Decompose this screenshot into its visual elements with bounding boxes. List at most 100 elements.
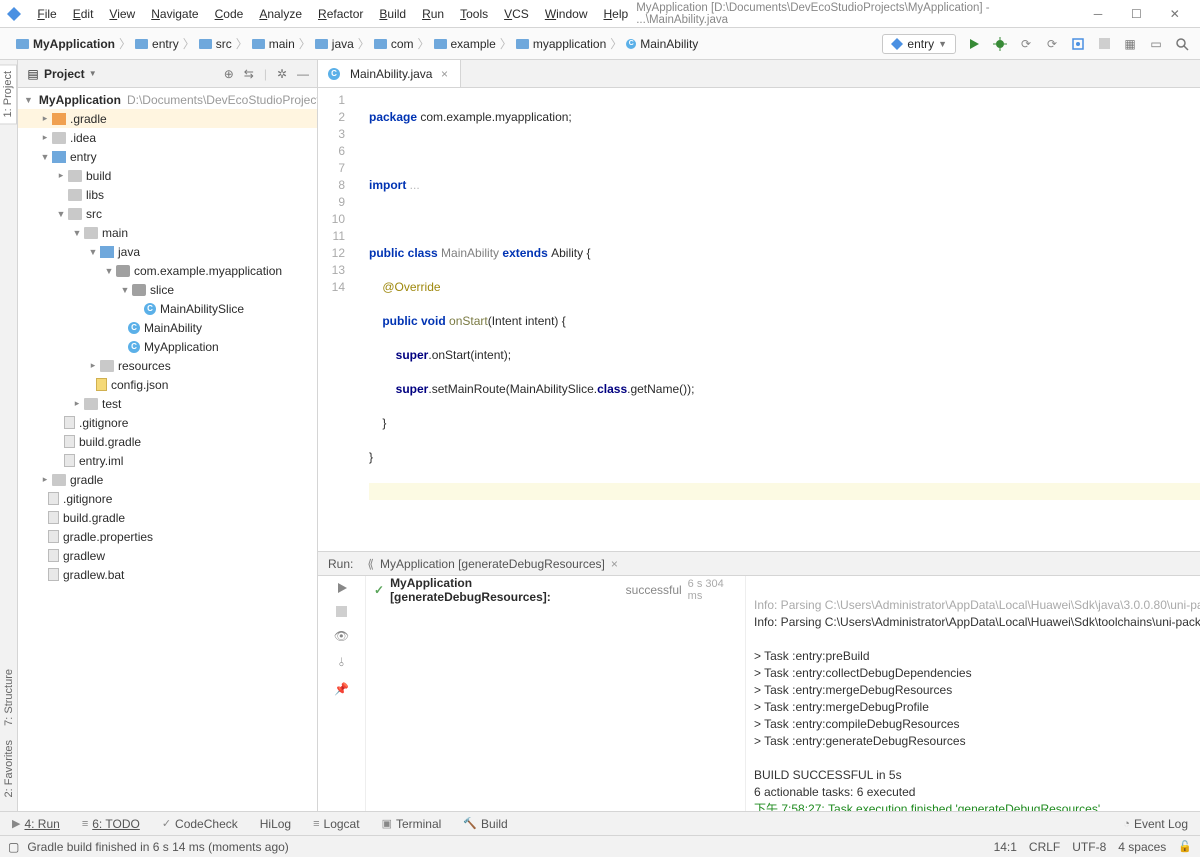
tree-node-gradlewbat[interactable]: gradlew.bat [18,565,317,584]
tree-root[interactable]: ▼MyApplicationD:\Documents\DevEcoStudioP… [18,90,317,109]
menu-code[interactable]: Code [207,0,252,27]
more-button[interactable]: ▦ [1122,36,1138,52]
tree-node-mainabilityslice[interactable]: CMainAbilitySlice [18,299,317,318]
debug-button[interactable] [992,36,1008,52]
filter-icon[interactable]: ⫰ [339,655,344,670]
menu-vcs[interactable]: VCS [496,0,537,27]
btab-codecheck[interactable]: ✓CodeCheck [158,817,242,831]
folder-icon [199,39,212,49]
collapse-icon[interactable]: — [297,67,309,81]
btab-build[interactable]: 🔨Build [459,817,511,831]
search-icon[interactable] [1174,36,1190,52]
run-button[interactable] [966,36,982,52]
maximize-button[interactable]: ☐ [1117,0,1155,27]
stop-button[interactable] [1096,36,1112,52]
code-area[interactable]: 1236 78910 11121314 package com.example.… [318,88,1200,551]
terminal-icon: ▣ [382,817,392,830]
code-lines[interactable]: package com.example.myapplication; impor… [363,88,1200,551]
tree-node-gitignore2[interactable]: .gitignore [18,489,317,508]
tree-node-buildgradle[interactable]: build.gradle [18,432,317,451]
tree-node-gitignore[interactable]: .gitignore [18,413,317,432]
todo-icon: ≡ [82,818,88,830]
task-row[interactable]: ✓ MyApplication [generateDebugResources]… [374,580,737,600]
btab-eventlog[interactable]: ◔Event Log [1119,817,1192,831]
tab-structure[interactable]: 7: Structure [1,663,17,732]
tree-node-gradle2[interactable]: ▸gradle [18,470,317,489]
menu-view[interactable]: View [101,0,143,27]
menu-tools[interactable]: Tools [452,0,496,27]
coverage-button[interactable]: ⟳ [1018,36,1034,52]
btab-terminal[interactable]: ▣Terminal [378,817,446,831]
tree-node-idea[interactable]: ▸.idea [18,128,317,147]
tree-node-mainability[interactable]: CMainAbility [18,318,317,337]
tree-node-myapplication-class[interactable]: CMyApplication [18,337,317,356]
tree-node-libs[interactable]: libs [18,185,317,204]
line-separator[interactable]: CRLF [1029,840,1060,854]
chevron-down-icon[interactable]: ▼ [89,69,97,78]
pin-icon[interactable]: 📌 [334,682,349,696]
btab-logcat[interactable]: ≡Logcat [309,817,363,831]
crumb-java[interactable]: java [332,37,354,51]
stop-icon[interactable] [336,606,347,617]
close-icon[interactable]: × [438,67,450,81]
minimize-button[interactable]: ─ [1079,0,1117,27]
tree-node-entry[interactable]: ▼entry [18,147,317,166]
gear-icon[interactable]: ✲ [277,67,287,81]
crumb-myapplication[interactable]: myapplication [533,37,606,51]
tree-node-resources[interactable]: ▸resources [18,356,317,375]
tab-favorites[interactable]: 2: Favorites [1,734,17,803]
tree-node-gradlew[interactable]: gradlew [18,546,317,565]
menu-navigate[interactable]: Navigate [143,0,206,27]
expand-icon[interactable]: ⇆ [244,67,254,81]
crumb-app[interactable]: MyApplication [33,37,115,51]
menu-run[interactable]: Run [414,0,452,27]
crumb-file[interactable]: MainAbility [640,37,698,51]
tree-node-entryiml[interactable]: entry.iml [18,451,317,470]
menu-window[interactable]: Window [537,0,596,27]
crumb-src[interactable]: src [216,37,232,51]
close-button[interactable]: ✕ [1156,0,1194,27]
menu-build[interactable]: Build [371,0,414,27]
btab-todo[interactable]: ≡6: TODO [78,817,144,831]
btab-run[interactable]: ▶4: Run [8,817,64,831]
menu-analyze[interactable]: Analyze [251,0,310,27]
tree-node-test[interactable]: ▸test [18,394,317,413]
tree-node-slice[interactable]: ▼slice [18,280,317,299]
crumb-com[interactable]: com [391,37,414,51]
btab-hilog[interactable]: HiLog [256,817,295,831]
menu-refactor[interactable]: Refactor [310,0,371,27]
tree-node-src[interactable]: ▼src [18,204,317,223]
menu-file[interactable]: File [29,0,64,27]
tree-node-config[interactable]: config.json [18,375,317,394]
tree-node-main[interactable]: ▼main [18,223,317,242]
lock-icon[interactable]: 🔓 [1178,840,1192,854]
run-output[interactable]: Info: Parsing C:\Users\Administrator\App… [746,576,1200,811]
show-icon[interactable]: 👁 [334,629,349,643]
run-tab[interactable]: ⟪ MyApplication [generateDebugResources]… [361,555,624,573]
status-square-icon[interactable]: ▢ [8,840,19,854]
tree-node-java[interactable]: ▼java [18,242,317,261]
tree-node-build[interactable]: ▸build [18,166,317,185]
close-icon[interactable]: × [611,557,618,571]
crumb-example[interactable]: example [451,37,496,51]
tree-node-gradle[interactable]: ▸.gradle [18,109,317,128]
tree-node-gradleprops[interactable]: gradle.properties [18,527,317,546]
file-encoding[interactable]: UTF-8 [1072,840,1106,854]
tree-node-package[interactable]: ▼com.example.myapplication [18,261,317,280]
caret-position[interactable]: 14:1 [994,840,1017,854]
attach-button[interactable] [1070,36,1086,52]
crumb-entry[interactable]: entry [152,37,179,51]
menu-help[interactable]: Help [596,0,637,27]
tree-node-buildgradle2[interactable]: build.gradle [18,508,317,527]
indent-setting[interactable]: 4 spaces [1118,840,1166,854]
locate-icon[interactable]: ⊕ [224,67,234,81]
crumb-main[interactable]: main [269,37,295,51]
layout-button[interactable]: ▭ [1148,36,1164,52]
tab-mainability[interactable]: C MainAbility.java × [318,60,461,87]
tab-project[interactable]: 1: Project [0,64,17,124]
rerun-icon[interactable] [336,582,348,594]
run-config-selector[interactable]: entry ▼ [882,34,956,54]
menu-edit[interactable]: Edit [65,0,102,27]
run-label: Run: [328,557,353,571]
profile-button[interactable]: ⟳ [1044,36,1060,52]
